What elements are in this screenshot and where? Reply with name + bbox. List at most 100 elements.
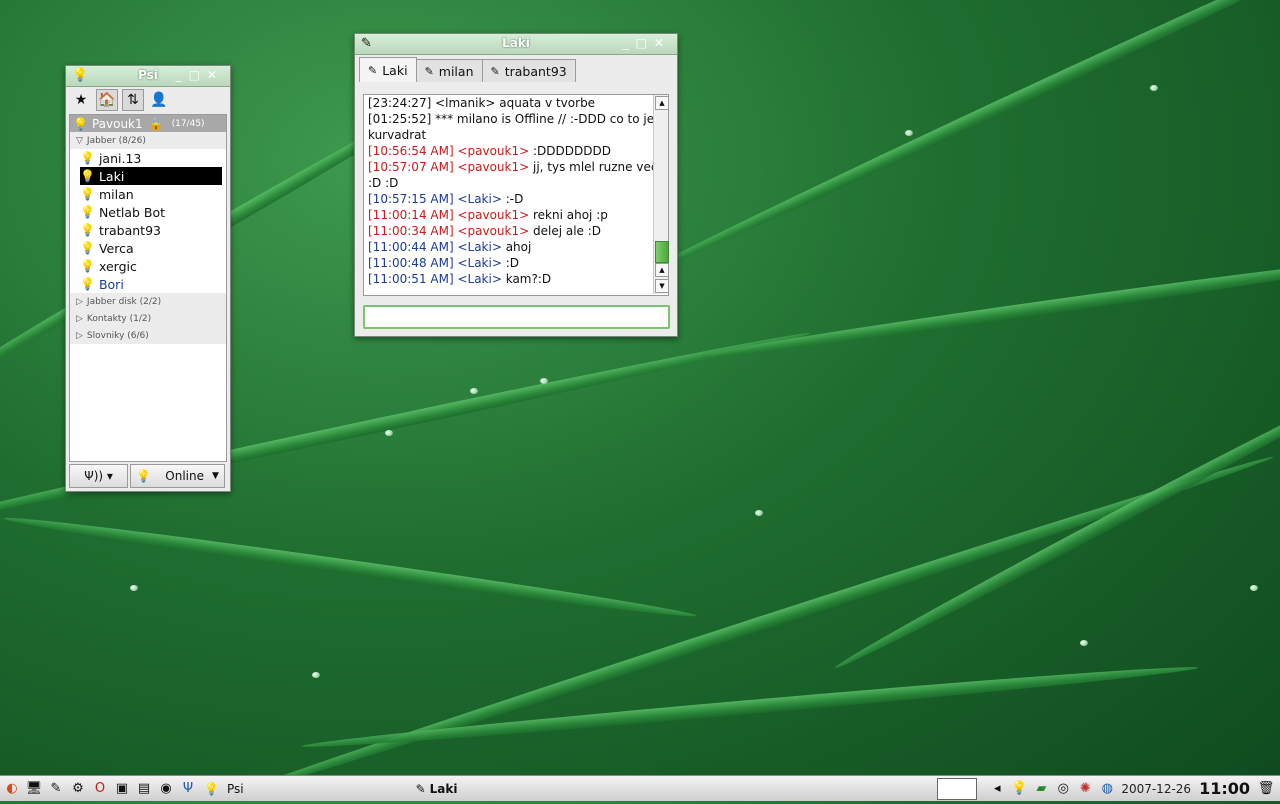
roster-bottom-bar: Ψ)) ▾ 💡 Online ▼ (69, 464, 225, 488)
scroll-up-arrow-icon[interactable]: ▲ (655, 263, 669, 277)
tab-label: trabant93 (504, 63, 567, 79)
account-status-icon: 💡 (73, 116, 88, 131)
contact-item[interactable]: 💡 Verca (70, 239, 226, 257)
kde-menu-icon[interactable]: ◐ (2, 779, 22, 799)
chevron-down-icon: ▼ (211, 471, 219, 481)
desktop-icon[interactable]: 🖥 (24, 779, 44, 799)
terminal-icon[interactable]: ▣ (112, 779, 132, 799)
online-bulb-icon: 💡 (80, 241, 95, 255)
message-prefix: [11:00:44 AM] <Laki> (368, 240, 506, 254)
chat-window: ✎ Laki _□✕ ✎ Laki ✎ milan ✎ trabant93 [2… (354, 33, 678, 337)
message-body: :-D (505, 192, 524, 206)
contact-item-selected[interactable]: 💡 Laki (80, 167, 222, 185)
roster-titlebar[interactable]: 💡 Psi _□✕ (66, 66, 230, 87)
chat-log[interactable]: [23:24:27] <lmanik> aquata v tvorbe [01:… (363, 94, 669, 296)
task-label: Laki (429, 781, 458, 796)
account-row[interactable]: 💡 Pavouk1 🔒 (17/45) (70, 115, 226, 132)
scroll-down-arrow-icon[interactable]: ▼ (655, 279, 669, 293)
contact-list[interactable]: 💡 Pavouk1 🔒 (17/45) ▽ Jabber (8/26) 💡 ja… (69, 114, 227, 462)
message-line: [11:00:44 AM] <Laki> ahoj (368, 239, 664, 255)
message-body: :DDDDDDDD (532, 144, 611, 158)
message-text: [01:25:52] *** milano is Offline // :-DD… (368, 112, 655, 142)
clock-time[interactable]: 11:00 (1199, 779, 1250, 798)
tab-milan[interactable]: ✎ milan (415, 59, 483, 82)
message-line: [10:56:54 AM] <pavouk1> :DDDDDDDD (368, 143, 664, 159)
online-bulb-icon: 💡 (80, 259, 95, 273)
contact-name: Verca (98, 240, 134, 256)
editor-icon[interactable]: ✎ (46, 779, 66, 799)
group-count: (2/2) (139, 296, 162, 307)
psi-logo-icon[interactable]: Ψ (178, 779, 198, 799)
contact-item[interactable]: 💡 jani.13 (70, 149, 226, 167)
show-agents-icon[interactable]: 👤 (148, 89, 170, 111)
group-name: Slovniky (86, 330, 125, 341)
contact-item[interactable]: 💡 Netlab Bot (70, 203, 226, 221)
message-prefix: [10:57:07 AM] <pavouk1> (368, 160, 533, 174)
message-line: [23:24:27] <lmanik> aquata v tvorbe (368, 95, 664, 111)
taskbar: ◐ 🖥 ✎ ⚙ O ▣ ▤ ◉ Ψ 💡 Psi ✎ Laki ◂ 💡 ▰ ◎ ✺… (0, 775, 1280, 801)
contact-item[interactable]: 💡 xergic (70, 257, 226, 275)
group-header-kontakty[interactable]: ▷ Kontakty (1/2) (70, 310, 226, 327)
away-status-icon: 💡 (80, 277, 95, 291)
message-line: [11:00:51 AM] <Laki> kam?:D (368, 271, 664, 287)
network-icon[interactable]: ▰ (1031, 779, 1051, 799)
group-header-slovniky[interactable]: ▷ Slovniky (6/6) (70, 327, 226, 344)
message-prefix: [11:00:48 AM] <Laki> (368, 256, 506, 270)
browser-icon[interactable]: ◍ (1097, 779, 1117, 799)
message-line: [10:57:15 AM] <Laki> :-D (368, 191, 664, 207)
settings-icon[interactable]: ✺ (1075, 779, 1095, 799)
contact-item[interactable]: 💡 trabant93 (70, 221, 226, 239)
chevron-right-icon: ▷ (76, 330, 83, 341)
chat-scrollbar[interactable]: ▲ ▲ ▼ (653, 95, 669, 294)
chat-tab-icon: ✎ (424, 64, 434, 78)
task-psi[interactable]: 💡 Psi (198, 782, 250, 796)
chat-titlebar[interactable]: ✎ Laki _□✕ (355, 34, 677, 55)
update-icon[interactable]: ◎ (1053, 779, 1073, 799)
online-bulb-icon: 💡 (80, 169, 95, 183)
message-input[interactable] (363, 305, 670, 329)
chat-tabs: ✎ Laki ✎ milan ✎ trabant93 (359, 57, 576, 83)
globe-icon[interactable]: ◉ (156, 779, 176, 799)
status-button[interactable]: 💡 Online ▼ (130, 464, 225, 488)
message-prefix: [10:57:15 AM] <Laki> (368, 192, 506, 206)
window-controls[interactable]: _□✕ (176, 68, 224, 82)
contact-item-away[interactable]: 💡 Bori (70, 275, 226, 293)
group-header-jabber-disk[interactable]: ▷ Jabber disk (2/2) (70, 293, 226, 310)
account-name: Pavouk1 (91, 116, 143, 131)
roster-toolbar: ★ 🏠 ⇅ 👤 (66, 87, 230, 113)
lock-icon: 🔒 (148, 116, 164, 131)
group-header-jabber[interactable]: ▽ Jabber (8/26) (70, 132, 226, 149)
opera-icon[interactable]: O (90, 779, 110, 799)
trash-icon[interactable]: 🗑 (1256, 779, 1276, 799)
message-body: kam?:D (505, 272, 552, 286)
psi-logo-icon: Ψ)) ▾ (84, 469, 113, 483)
scroll-up-arrow-icon[interactable]: ▲ (655, 96, 669, 110)
contact-name: milan (98, 186, 134, 202)
scrollbar-thumb[interactable] (655, 241, 669, 263)
group-count: (1/2) (129, 313, 152, 324)
main-menu-button[interactable]: Ψ)) ▾ (69, 464, 129, 488)
task-label: Psi (226, 781, 244, 796)
group-count: (6/6) (127, 330, 149, 341)
tab-laki[interactable]: ✎ Laki (359, 57, 417, 82)
message-line: [10:57:07 AM] <pavouk1> jj, tys mlel ruz… (368, 159, 664, 191)
contact-item[interactable]: 💡 milan (70, 185, 226, 203)
tab-trabant93[interactable]: ✎ trabant93 (481, 59, 576, 82)
online-bulb-icon: 💡 (80, 223, 95, 237)
task-laki[interactable]: ✎ Laki (410, 782, 464, 796)
online-bulb-icon: 💡 (136, 469, 152, 483)
pager[interactable] (937, 777, 978, 800)
tray-arrow-icon[interactable]: ◂ (987, 779, 1007, 799)
window-controls[interactable]: _□✕ (623, 36, 671, 50)
package-icon[interactable]: ⚙ (68, 779, 88, 799)
psi-tray-icon[interactable]: 💡 (1009, 779, 1029, 799)
message-body: :D (505, 256, 519, 270)
star-icon[interactable]: ★ (70, 89, 92, 111)
online-bulb-icon: 💡 (80, 187, 95, 201)
message-line: [11:00:34 AM] <pavouk1> delej ale :D (368, 223, 664, 239)
monitor-icon[interactable]: ▤ (134, 779, 154, 799)
message-prefix: [10:56:54 AM] <pavouk1> (368, 144, 533, 158)
online-bulb-icon: 💡 (204, 781, 219, 796)
show-offline-icon[interactable]: 🏠 (96, 89, 118, 111)
show-away-icon[interactable]: ⇅ (122, 89, 144, 111)
